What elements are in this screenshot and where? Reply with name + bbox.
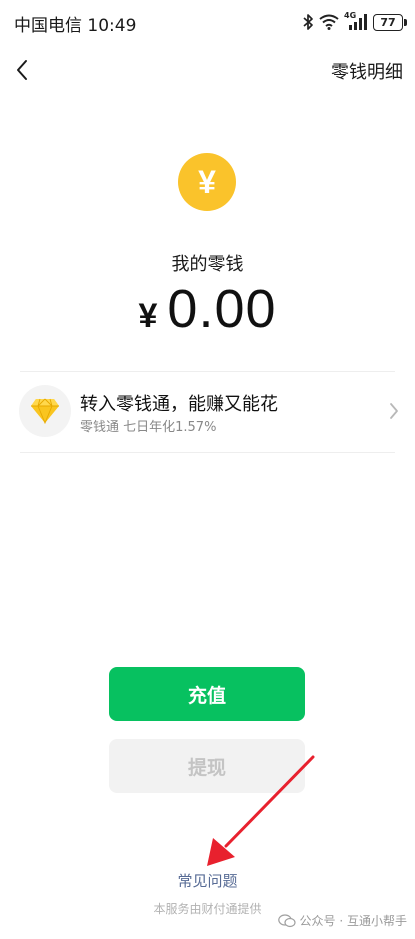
faq-link[interactable]: 常见问题 — [0, 870, 415, 891]
recharge-button[interactable]: 充值 — [109, 667, 305, 721]
promo-subtitle: 零钱通 七日年化1.57% — [80, 420, 217, 435]
balance-title: 我的零钱 — [171, 254, 244, 275]
lingqiantong-promo-row[interactable]: 转入零钱通，能赚又能花 零钱通 七日年化1.57% — [0, 372, 415, 452]
carrier-time: 中国电信 10:49 — [14, 16, 137, 36]
balance-amount: ¥ 0.00 — [0, 278, 415, 348]
back-button[interactable] — [4, 52, 40, 88]
status-icons: 4G 77 — [302, 10, 407, 34]
wifi-icon — [319, 14, 339, 30]
watermark: 公众号 · 互通小帮手 — [277, 912, 407, 929]
currency-symbol: ¥ — [138, 297, 158, 335]
bluetooth-icon — [302, 13, 314, 31]
nav-bar: 零钱明细 — [0, 46, 415, 94]
wechat-icon — [277, 913, 296, 927]
diamond-icon — [19, 385, 71, 437]
cellular-signal-icon: 4G — [344, 11, 368, 31]
annotation-arrow — [207, 755, 315, 866]
balance-value: 0.00 — [167, 279, 277, 339]
yen-icon-symbol: ¥ — [198, 164, 216, 200]
withdraw-button[interactable]: 提现 — [109, 739, 305, 793]
chevron-right-icon — [390, 403, 398, 419]
back-arrow-icon — [17, 60, 27, 80]
battery-level: 77 — [380, 15, 396, 29]
wallet-balance-page: 中国电信 10:49 4G 77 零钱明细 ¥ 我的零钱 ¥ 0.00 转入零钱… — [0, 0, 415, 939]
watermark-text: 公众号 · 互通小帮手 — [299, 914, 407, 928]
promo-title: 转入零钱通，能赚又能花 — [80, 394, 278, 415]
change-detail-link[interactable]: 零钱明细 — [331, 58, 403, 84]
divider-bottom — [20, 452, 395, 453]
yen-icon: ¥ — [178, 153, 236, 211]
battery-icon: 77 — [373, 13, 407, 31]
status-bar: 中国电信 10:49 4G 77 — [0, 0, 415, 44]
